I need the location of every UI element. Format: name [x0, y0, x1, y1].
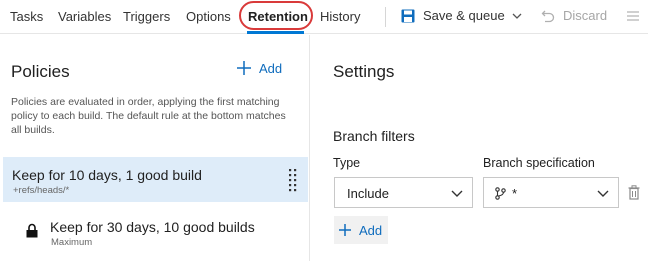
branch-spec-label: Branch specification [483, 156, 595, 170]
plus-icon [339, 224, 351, 236]
undo-icon [541, 10, 555, 22]
lock-icon [26, 223, 38, 238]
tab-triggers[interactable]: Triggers [123, 9, 170, 24]
policies-description: Policies are evaluated in order, applyin… [11, 96, 286, 136]
branch-icon [495, 187, 506, 200]
add-policy-label: Add [259, 60, 283, 76]
grip-icon[interactable] [289, 168, 297, 192]
discard-button[interactable]: Discard [541, 8, 607, 23]
discard-label: Discard [563, 8, 608, 23]
type-label: Type [333, 156, 361, 170]
add-branch-filter-button[interactable]: Add [334, 216, 388, 244]
branch-spec-value: * [512, 186, 518, 201]
add-branch-filter-label: Add [359, 222, 383, 238]
tab-tasks[interactable]: Tasks [10, 9, 43, 24]
chevron-down-icon [597, 190, 609, 197]
branch-spec-dropdown[interactable]: * [483, 177, 619, 208]
branch-filters-title: Branch filters [333, 128, 415, 144]
save-icon [401, 9, 415, 22]
trash-icon[interactable] [628, 185, 640, 200]
menu-icon[interactable] [626, 9, 640, 23]
policy-subtitle: Maximum [51, 237, 93, 248]
type-dropdown[interactable]: Include [334, 177, 473, 208]
policy-item[interactable]: Keep for 10 days, 1 good build +refs/hea… [3, 157, 308, 202]
highlight-annotation [239, 1, 313, 30]
tab-variables[interactable]: Variables [58, 9, 111, 24]
policy-branch: +refs/heads/* [13, 185, 70, 196]
add-policy-button[interactable]: Add [236, 60, 282, 76]
toolbar: Tasks Variables Triggers Options Retenti… [0, 0, 648, 34]
toolbar-divider [385, 7, 386, 27]
policy-title: Keep for 30 days, 10 good builds [50, 219, 255, 235]
tab-options[interactable]: Options [186, 9, 231, 24]
tab-history[interactable]: History [320, 9, 360, 24]
active-tab-indicator [247, 31, 304, 34]
chevron-down-icon [451, 190, 463, 197]
policy-title: Keep for 10 days, 1 good build [12, 167, 202, 183]
save-queue-button[interactable]: Save & queue [401, 8, 522, 23]
policies-panel: Policies Add Policies are evaluated in o… [0, 35, 310, 261]
plus-icon [237, 61, 251, 75]
settings-title: Settings [333, 62, 395, 81]
type-value: Include [347, 186, 389, 201]
settings-panel: Settings Branch filters Type Branch spec… [311, 35, 648, 261]
save-queue-label: Save & queue [423, 8, 505, 23]
policy-item[interactable]: Keep for 30 days, 10 good builds Maximum [3, 209, 308, 254]
chevron-down-icon[interactable] [512, 11, 522, 21]
policies-title: Policies [11, 62, 70, 81]
